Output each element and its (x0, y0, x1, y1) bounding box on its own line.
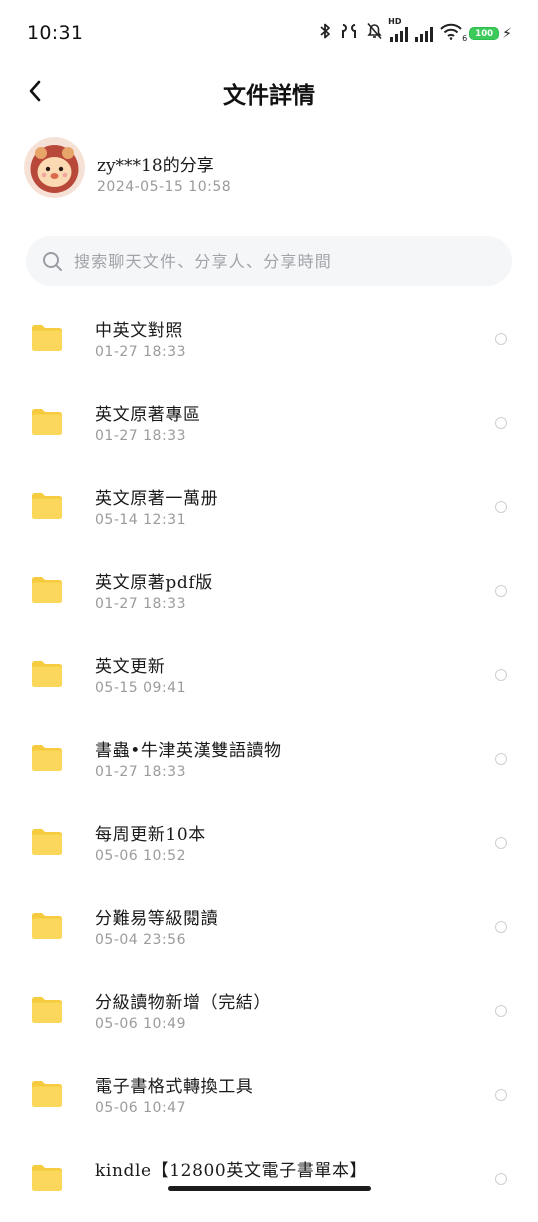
folder-icon (31, 1080, 63, 1108)
folder-icon (31, 492, 63, 520)
file-time: 01-27 18:33 (95, 764, 186, 780)
file-name: 電子書格式轉換工具 (95, 1077, 254, 1097)
folder-icon (31, 1164, 63, 1192)
search-bar[interactable] (26, 236, 512, 286)
file-list: 中英文對照 01-27 18:33 英文原著專區 01-27 18:33 英文原著一萬册… (0, 298, 538, 1222)
select-radio[interactable] (495, 501, 507, 513)
file-name: 英文原著專區 (95, 405, 201, 425)
select-radio[interactable] (495, 837, 507, 849)
file-list-item[interactable]: 電子書格式轉換工具 05-06 10:47 (0, 1054, 538, 1138)
share-timestamp: 2024-05-15 10:58 (97, 179, 232, 195)
folder-icon (31, 408, 63, 436)
file-time: 05-14 12:31 (95, 512, 186, 528)
file-name: 每周更新10本 (95, 825, 206, 845)
file-list-item[interactable]: 中英文對照 01-27 18:33 (0, 298, 538, 382)
signal-hd-label: HD (388, 16, 402, 26)
folder-icon (31, 912, 63, 940)
file-name: 分難易等級閱讀 (95, 909, 219, 929)
file-name: 英文原著一萬册 (95, 489, 219, 509)
file-list-item[interactable]: 英文原著pdf版 01-27 18:33 (0, 550, 538, 634)
charging-icon: ⚡︎ (502, 25, 512, 42)
select-radio[interactable] (495, 753, 507, 765)
file-time: 05-06 10:49 (95, 1016, 186, 1032)
select-radio[interactable] (495, 585, 507, 597)
select-radio[interactable] (495, 1173, 507, 1185)
file-name: kindle【12800英文電子書單本】 (95, 1161, 368, 1181)
wifi-icon: 6 (440, 23, 467, 45)
select-radio[interactable] (495, 1005, 507, 1017)
bluetooth-icon (318, 22, 332, 45)
search-icon (42, 251, 63, 276)
file-time: 05-15 09:41 (95, 680, 186, 696)
file-list-item[interactable]: 每周更新10本 05-06 10:52 (0, 802, 538, 886)
file-list-item[interactable]: 分級讀物新增（完結） 05-06 10:49 (0, 970, 538, 1054)
folder-icon (31, 828, 63, 856)
file-time: 05-06 10:52 (95, 848, 186, 864)
file-list-item[interactable]: 分難易等級閱讀 05-04 23:56 (0, 886, 538, 970)
home-indicator[interactable] (168, 1186, 371, 1191)
earbuds-icon (339, 22, 359, 45)
file-list-item[interactable]: 英文原著專區 01-27 18:33 (0, 382, 538, 466)
file-time: 05-04 23:56 (95, 932, 186, 948)
select-radio[interactable] (495, 921, 507, 933)
select-radio[interactable] (495, 1089, 507, 1101)
battery-icon: 100 (469, 27, 500, 40)
status-icons: HD 6 100 ⚡︎ (318, 17, 512, 45)
file-name: 英文更新 (95, 657, 166, 677)
file-time: 01-27 18:33 (95, 344, 186, 360)
file-list-item[interactable]: 英文更新 05-15 09:41 (0, 634, 538, 718)
folder-icon (31, 660, 63, 688)
status-bar: 10:31 HD 6 100 ⚡︎ (0, 0, 538, 68)
wifi-version-label: 6 (462, 33, 468, 43)
file-time: 01-27 18:33 (95, 596, 186, 612)
mute-bell-icon (366, 22, 383, 45)
status-time: 10:31 (27, 22, 84, 44)
nav-bar: 文件詳情 (0, 68, 538, 114)
folder-icon (31, 996, 63, 1024)
file-name: 英文原著pdf版 (95, 573, 213, 593)
page-title: 文件詳情 (223, 83, 315, 109)
select-radio[interactable] (495, 669, 507, 681)
search-input[interactable] (74, 236, 494, 286)
file-list-item[interactable]: 書蟲•牛津英漢雙語讀物 01-27 18:33 (0, 718, 538, 802)
file-name: 中英文對照 (95, 321, 183, 341)
folder-icon (31, 324, 63, 352)
avatar[interactable] (24, 137, 85, 198)
signal-hd-icon: HD (388, 17, 409, 42)
folder-icon (31, 576, 63, 604)
file-time: 01-27 18:33 (95, 428, 186, 444)
sharer-name: zy***18的分享 (97, 156, 214, 176)
file-list-item[interactable]: kindle【12800英文電子書單本】 (0, 1138, 538, 1222)
select-radio[interactable] (495, 417, 507, 429)
file-name: 分級讀物新增（完結） (95, 993, 271, 1013)
sharer-info: zy***18的分享 2024-05-15 10:58 (24, 137, 504, 199)
select-radio[interactable] (495, 333, 507, 345)
file-time: 05-06 10:47 (95, 1100, 186, 1116)
signal-icon (415, 26, 434, 42)
folder-icon (31, 744, 63, 772)
file-name: 書蟲•牛津英漢雙語讀物 (95, 741, 282, 761)
file-list-item[interactable]: 英文原著一萬册 05-14 12:31 (0, 466, 538, 550)
